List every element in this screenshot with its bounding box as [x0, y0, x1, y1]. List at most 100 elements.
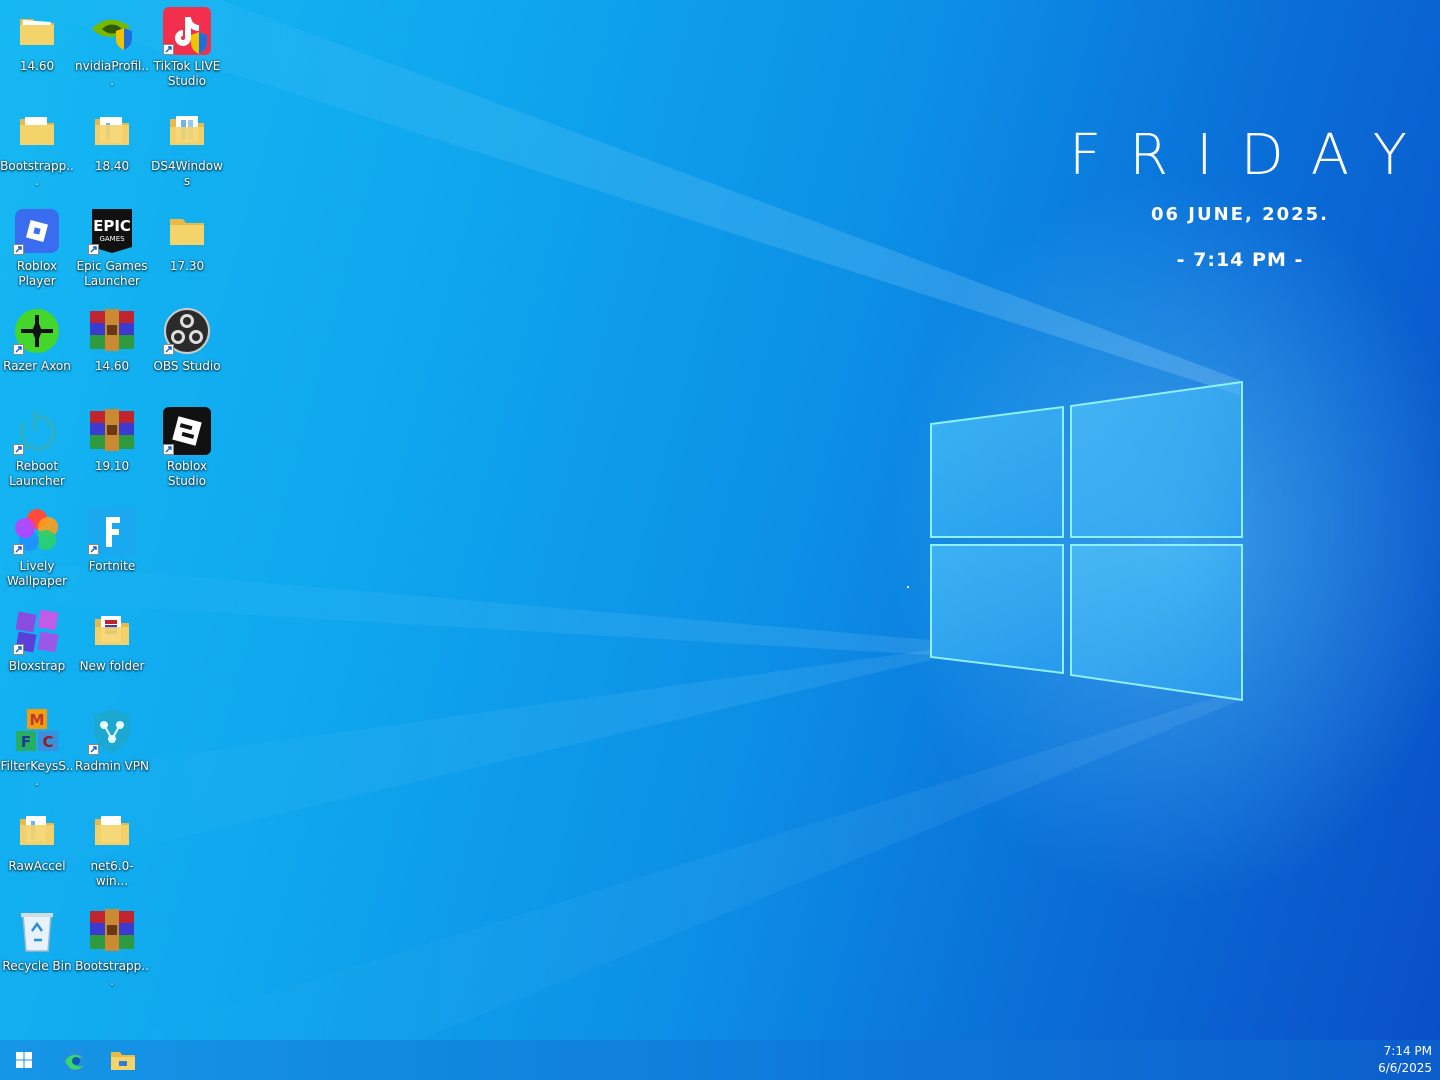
svg-text:F: F: [21, 733, 31, 751]
radmin-vpn-icon: [88, 707, 136, 755]
shortcut-arrow-icon: [163, 44, 174, 55]
desktop-icon-recycle-bin[interactable]: Recycle Bin: [0, 900, 74, 996]
nvidia-profile-inspector-icon: [88, 7, 136, 55]
cursor-dot: [907, 586, 909, 588]
desktop-icon-net6-folder[interactable]: net6.0-win...: [75, 800, 149, 896]
desktop-icon-roblox-studio[interactable]: Roblox Studio: [150, 400, 224, 496]
icon-label: 18.40: [94, 159, 130, 173]
desktop-icon-obs-studio[interactable]: OBS Studio: [150, 300, 224, 396]
roblox-studio-icon: [163, 407, 211, 455]
shortcut-arrow-icon: [163, 444, 174, 455]
icon-label: Roblox Player: [16, 259, 58, 288]
desktop-icon-ds4windows-folder[interactable]: DS4Windows: [150, 100, 224, 196]
icon-label: Razer Axon: [3, 359, 71, 373]
icon-label: 17.30: [169, 259, 205, 273]
epic-games-icon: EPIC GAMES: [88, 207, 136, 255]
desktop-icon-bootstrapper-archive[interactable]: Bootstrapp...: [75, 900, 149, 996]
icon-label: RawAccel: [8, 859, 66, 873]
taskbar-date: 6/6/2025: [1378, 1061, 1432, 1075]
lively-wallpaper-icon: [13, 507, 61, 555]
taskbar: 7:14 PM 6/6/2025: [0, 1040, 1440, 1080]
desktop-icon-14-60-archive[interactable]: 14.60: [75, 300, 149, 396]
widget-date: 06 JUNE, 2025.: [1150, 204, 1330, 225]
desktop-icon-radmin-vpn[interactable]: Radmin VPN: [75, 700, 149, 796]
icon-label: Bootstrapp...: [0, 159, 74, 188]
taskbar-edge-button[interactable]: [50, 1040, 98, 1080]
folder-icon: [163, 207, 211, 255]
svg-text:C: C: [42, 733, 53, 751]
folder-icon: [163, 107, 211, 155]
bloxstrap-icon: [13, 607, 61, 655]
desktop-icon-17-30-folder[interactable]: 17.30: [150, 200, 224, 296]
icon-label: Epic Games Launcher: [76, 259, 148, 288]
icon-label: Bloxstrap: [8, 659, 66, 673]
shortcut-arrow-icon: [13, 544, 24, 555]
shortcut-arrow-icon: [88, 744, 99, 755]
icon-label: Bootstrapp...: [75, 959, 149, 988]
reboot-launcher-icon: [13, 407, 61, 455]
fortnite-icon: [88, 507, 136, 555]
windows-logo-icon: [16, 1052, 32, 1068]
desktop-icon-bloxstrap[interactable]: Bloxstrap: [0, 600, 74, 696]
recycle-bin-icon: [13, 907, 61, 955]
shortcut-arrow-icon: [13, 644, 24, 655]
folder-icon: [88, 607, 136, 655]
icon-label: 14.60: [19, 59, 55, 73]
desktop-icon-fortnite[interactable]: Fortnite: [75, 500, 149, 596]
shortcut-arrow-icon: [13, 244, 24, 255]
icon-label: Recycle Bin: [2, 959, 72, 973]
desktop-icon-roblox-player[interactable]: Roblox Player: [0, 200, 74, 296]
razer-axon-icon: [13, 307, 61, 355]
desktop-icon-filterkeys[interactable]: MFC FilterKeysS...: [0, 700, 74, 796]
icon-label: Lively Wallpaper: [6, 559, 68, 588]
svg-text:M: M: [30, 711, 45, 729]
icon-label: net6.0-win...: [90, 859, 134, 888]
file-explorer-icon: [111, 1052, 135, 1070]
folder-icon: [88, 807, 136, 855]
desktop[interactable]: FRIDAY 06 JUNE, 2025. - 7:14 PM - 14.60 …: [0, 0, 1440, 1040]
svg-text:GAMES: GAMES: [99, 235, 125, 243]
folder-icon: [13, 807, 61, 855]
roblox-player-icon: [13, 207, 61, 255]
desktop-icon-bootstrapper-folder[interactable]: Bootstrapp...: [0, 100, 74, 196]
widget-time: - 7:14 PM -: [1176, 249, 1304, 271]
desktop-icon-14-60-folder[interactable]: 14.60: [0, 0, 74, 96]
desktop-icon-lively-wallpaper[interactable]: Lively Wallpaper: [0, 500, 74, 596]
shortcut-arrow-icon: [163, 344, 174, 355]
edge-icon: [62, 1048, 86, 1072]
taskbar-time: 7:14 PM: [1383, 1044, 1432, 1058]
icon-label: 14.60: [94, 359, 130, 373]
system-tray-clock[interactable]: 7:14 PM 6/6/2025: [1378, 1043, 1432, 1077]
icon-label: TikTok LIVE Studio: [153, 59, 221, 88]
desktop-icon-tiktok-live-studio[interactable]: TikTok LIVE Studio: [150, 0, 224, 96]
filterkeys-icon: MFC: [13, 707, 61, 755]
shortcut-arrow-icon: [88, 244, 99, 255]
obs-studio-icon: [163, 307, 211, 355]
folder-icon: [13, 107, 61, 155]
icon-label: New folder: [79, 659, 145, 673]
shortcut-arrow-icon: [88, 544, 99, 555]
icon-label: Fortnite: [88, 559, 136, 573]
icon-label: FilterKeysS...: [0, 759, 74, 788]
desktop-icon-rawaccel-folder[interactable]: RawAccel: [0, 800, 74, 896]
desktop-icon-19-10-archive[interactable]: 19.10: [75, 400, 149, 496]
winrar-archive-icon: [88, 307, 136, 355]
folder-icon: [13, 7, 61, 55]
icon-label: Reboot Launcher: [9, 459, 65, 488]
taskbar-file-explorer-button[interactable]: [99, 1040, 147, 1080]
desktop-icon-reboot-launcher[interactable]: Reboot Launcher: [0, 400, 74, 496]
tiktok-live-studio-icon: [163, 7, 211, 55]
desktop-icon-nvidia-profile-inspector[interactable]: nvidiaProfil...: [75, 0, 149, 96]
desktop-icon-18-40-folder[interactable]: 18.40: [75, 100, 149, 196]
desktop-icon-new-folder[interactable]: New folder: [75, 600, 149, 696]
winrar-archive-icon: [88, 907, 136, 955]
widget-day: FRIDAY: [1069, 123, 1435, 188]
desktop-icon-razer-axon[interactable]: Razer Axon: [0, 300, 74, 396]
desktop-icon-epic-games-launcher[interactable]: EPIC GAMES Epic Games Launcher: [75, 200, 149, 296]
svg-text:EPIC: EPIC: [93, 217, 131, 235]
icon-label: nvidiaProfil...: [75, 59, 149, 88]
shortcut-arrow-icon: [13, 344, 24, 355]
start-button[interactable]: [0, 1040, 48, 1080]
icon-label: Roblox Studio: [166, 459, 208, 488]
winrar-archive-icon: [88, 407, 136, 455]
